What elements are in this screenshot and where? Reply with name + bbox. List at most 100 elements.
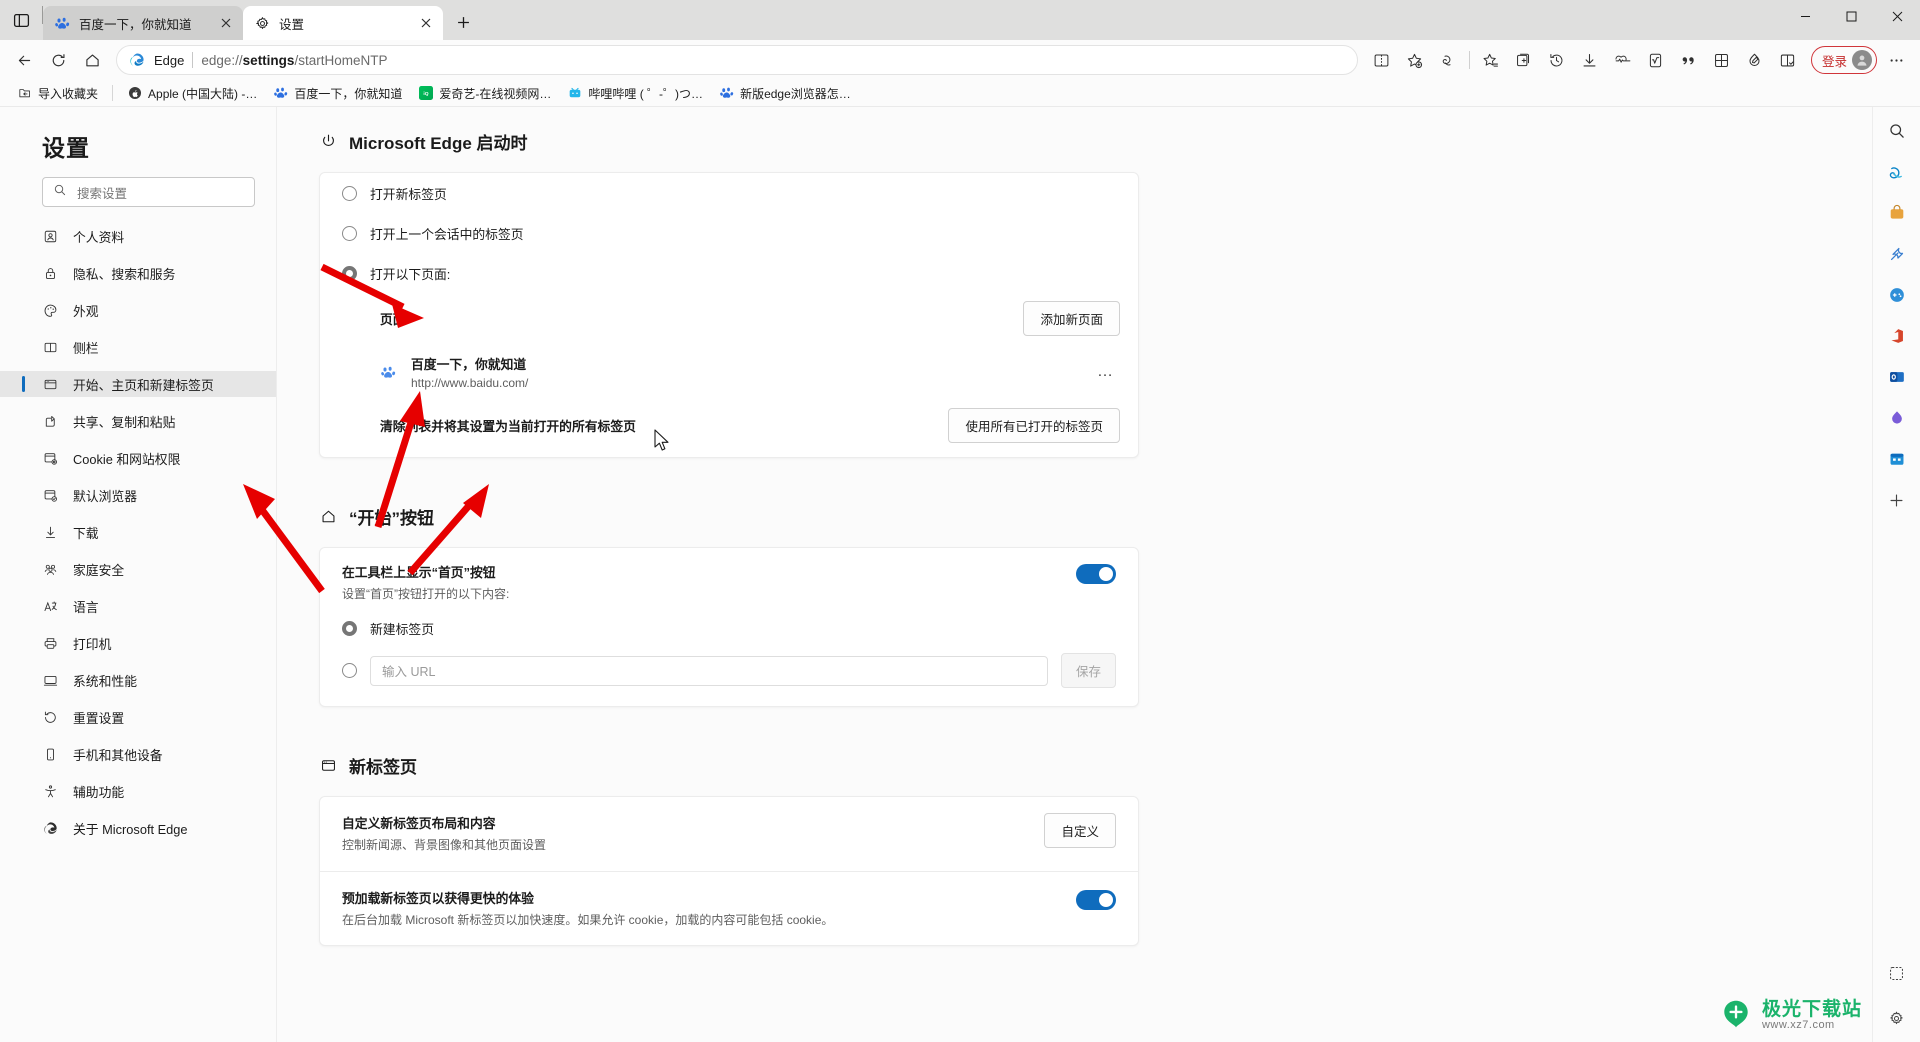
drop-icon[interactable]: [1739, 44, 1771, 76]
sidebar-item-phone-devices[interactable]: 手机和其他设备: [0, 741, 276, 767]
tab-settings[interactable]: 设置: [243, 6, 443, 40]
add-favorite-icon[interactable]: [1399, 44, 1431, 76]
sidebar-item-profile[interactable]: 个人资料: [0, 223, 276, 249]
tab-list: 百度一下，你就知道 设置: [43, 0, 443, 40]
startup-option-previous-session[interactable]: 打开上一个会话中的标签页: [320, 213, 1138, 253]
sidebar-item-system-performance[interactable]: 系统和性能: [0, 667, 276, 693]
sidebar-icon: [42, 339, 59, 356]
bookmark-label: Apple (中国大陆) -…: [148, 86, 258, 101]
sidebar-item-accessibility[interactable]: 辅助功能: [0, 778, 276, 804]
health-icon[interactable]: [1607, 44, 1639, 76]
sidebar-item-default-browser[interactable]: 默认浏览器: [0, 482, 276, 508]
radio-button[interactable]: [342, 225, 357, 241]
quote-icon[interactable]: [1673, 44, 1705, 76]
sidebar-item-reset-settings[interactable]: 重置设置: [0, 704, 276, 730]
home-option-new-tab[interactable]: 新建标签页: [342, 611, 1116, 645]
maximize-button[interactable]: [1828, 0, 1874, 32]
calendar-icon[interactable]: [1881, 443, 1913, 475]
watermark-logo-icon: [1724, 1000, 1748, 1028]
history-icon[interactable]: [1541, 44, 1573, 76]
bookmark-apple[interactable]: Apple (中国大陆) -…: [120, 82, 264, 104]
settings-icon[interactable]: [1881, 1002, 1913, 1034]
toolbar-divider: [1468, 51, 1470, 69]
sidebar-item-downloads[interactable]: 下载: [0, 519, 276, 545]
tab-baidu[interactable]: 百度一下，你就知道: [43, 6, 243, 40]
watermark-url: www.xz7.com: [1761, 1019, 1835, 1032]
new-tab-button[interactable]: [448, 7, 478, 37]
browser-essentials-icon[interactable]: [1772, 44, 1804, 76]
add-icon[interactable]: [1881, 484, 1913, 516]
radio-button[interactable]: [342, 265, 357, 281]
page-more-options-button[interactable]: …: [1091, 363, 1120, 381]
downloads-icon[interactable]: [1574, 44, 1606, 76]
bookmark-edge-howto[interactable]: 新版edge浏览器怎…: [712, 82, 858, 104]
customize-icon[interactable]: [1881, 957, 1913, 989]
sidebar-item-family-safety[interactable]: 家庭安全: [0, 556, 276, 582]
sidebar-item-label: 开始、主页和新建标签页: [73, 377, 214, 393]
address-bar[interactable]: Edge edge://settings/startHomeNTP: [116, 45, 1358, 75]
tools-icon[interactable]: [1881, 238, 1913, 270]
close-icon[interactable]: [417, 14, 435, 32]
home-url-input[interactable]: 输入 URL: [370, 655, 1048, 686]
search-icon[interactable]: [1881, 115, 1913, 147]
games-icon[interactable]: [1881, 279, 1913, 311]
bookmark-baidu[interactable]: 百度一下，你就知道: [266, 82, 409, 104]
sidebar-item-about-edge[interactable]: 关于 Microsoft Edge: [0, 815, 276, 841]
back-button[interactable]: [8, 44, 40, 76]
signin-button[interactable]: 登录: [1810, 46, 1877, 74]
settings-and-more-button[interactable]: [1880, 44, 1912, 76]
import-favorites-button[interactable]: 导入收藏夹: [10, 82, 105, 104]
add-new-page-button[interactable]: 添加新页面: [1023, 301, 1120, 336]
save-button[interactable]: 保存: [1060, 653, 1116, 689]
favorites-icon[interactable]: [1475, 44, 1507, 76]
use-all-open-tabs-button[interactable]: 使用所有已打开的标签页: [948, 408, 1120, 443]
phone-icon: [42, 746, 59, 763]
collections-icon[interactable]: [1508, 44, 1540, 76]
shopping-icon[interactable]: [1881, 197, 1913, 229]
system-icon: [42, 672, 59, 689]
close-button[interactable]: [1874, 0, 1920, 32]
radio-button[interactable]: [342, 185, 357, 201]
refresh-button[interactable]: [42, 44, 74, 76]
sidebar-item-privacy[interactable]: 隐私、搜索和服务: [0, 260, 276, 286]
sidebar-item-label: 系统和性能: [73, 673, 137, 689]
startup-page-row[interactable]: 百度一下，你就知道 http://www.baidu.com/ …: [320, 344, 1138, 400]
browser-toolbar: Edge edge://settings/startHomeNTP 登录: [0, 40, 1920, 80]
split-screen-icon[interactable]: [1366, 44, 1398, 76]
startup-option-specific-pages[interactable]: 打开以下页面:: [320, 253, 1138, 293]
sidebar-item-start-home-newtab[interactable]: 开始、主页和新建标签页: [0, 371, 276, 397]
radio-button[interactable]: [342, 620, 357, 636]
home-button[interactable]: [76, 44, 108, 76]
tab-actions-button[interactable]: [0, 0, 42, 40]
office-icon[interactable]: [1881, 320, 1913, 352]
sidebar-item-share-copy-paste[interactable]: 共享、复制和粘贴: [0, 408, 276, 434]
radio-button[interactable]: [342, 663, 357, 679]
math-solver-icon[interactable]: [1640, 44, 1672, 76]
search-input[interactable]: 搜索设置: [42, 177, 255, 207]
close-icon[interactable]: [217, 14, 235, 32]
minimize-button[interactable]: [1782, 0, 1828, 32]
sidebar-item-cookies[interactable]: Cookie 和网站权限: [0, 445, 276, 471]
bookmark-bilibili[interactable]: 哔哩哔哩 ( ゜-゜)つ…: [560, 82, 710, 104]
copilot-icon[interactable]: [1432, 44, 1464, 76]
dropshop-icon[interactable]: [1881, 402, 1913, 434]
bookmarks-bar: 导入收藏夹 Apple (中国大陆) -… 百度一下，你就知道 iQ 爱奇艺-在…: [0, 80, 1920, 107]
copilot-icon[interactable]: [1881, 156, 1913, 188]
sidebar-item-printers[interactable]: 打印机: [0, 630, 276, 656]
iqiyi-icon: iQ: [418, 86, 433, 101]
customize-button[interactable]: 自定义: [1044, 813, 1116, 849]
setting-description: 在后台加载 Microsoft 新标签页以加快速度。如果允许 cookie，加载…: [342, 912, 834, 927]
home-button-card: 在工具栏上显示“首页”按钮 设置“首页”按钮打开的以下内容: 新建标签页 输入: [319, 547, 1139, 708]
show-home-button-toggle[interactable]: [1076, 564, 1116, 584]
outlook-icon[interactable]: [1881, 361, 1913, 393]
baidu-icon: [54, 15, 71, 32]
sidebar-item-sidebar[interactable]: 侧栏: [0, 334, 276, 360]
sidebar-item-languages[interactable]: 语言: [0, 593, 276, 619]
startup-option-new-tab[interactable]: 打开新标签页: [320, 173, 1138, 213]
bookmark-iqiyi[interactable]: iQ 爱奇艺-在线视频网…: [411, 82, 558, 104]
preload-new-tab-toggle[interactable]: [1076, 889, 1116, 910]
sidebar-item-appearance[interactable]: 外观: [0, 297, 276, 323]
sidebar-item-label: 侧栏: [73, 340, 99, 356]
import-icon: [17, 86, 32, 101]
gift-icon[interactable]: [1706, 44, 1738, 76]
